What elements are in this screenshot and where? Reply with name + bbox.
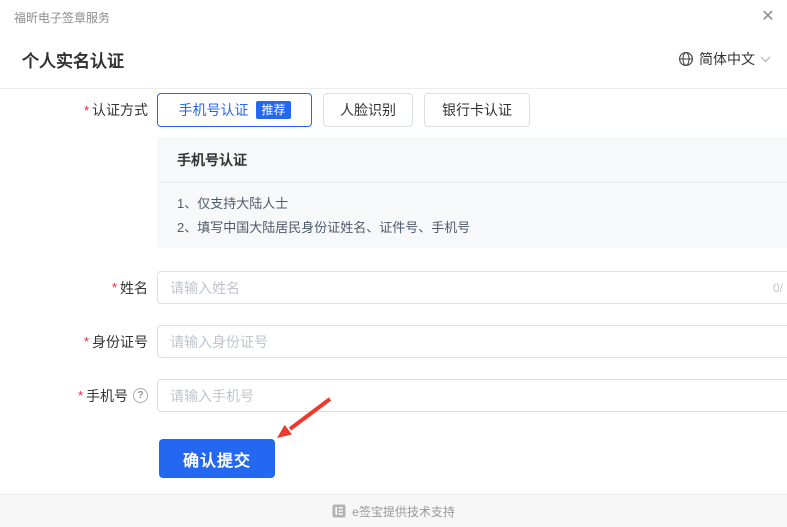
footer-text: e签宝提供技术支持 (352, 504, 455, 519)
header-divider (0, 88, 787, 89)
info-item-2: 2、填写中国大陆居民身份证姓名、证件号、手机号 (177, 220, 471, 235)
id-number-input[interactable] (157, 325, 787, 358)
auth-method-label-text: 认证方式 (92, 102, 148, 118)
page-title: 个人实名认证 (22, 52, 124, 71)
footer: e签宝提供技术支持 (0, 494, 787, 527)
id-input-wrap (157, 325, 787, 358)
globe-icon (678, 51, 694, 67)
required-asterisk: * (83, 334, 89, 349)
info-item-1: 1、仅支持大陆人士 (177, 196, 289, 211)
required-asterisk: * (77, 388, 83, 403)
id-field-label: * 身份证号 (0, 332, 148, 352)
phone-field-row: * 手机号 ? (0, 379, 787, 412)
submit-button[interactable]: 确认提交 (159, 439, 275, 478)
window-brand: 福昕电子签章服务 (14, 11, 111, 25)
auth-info-box: 手机号认证 1、仅支持大陆人士 2、填写中国大陆居民身份证姓名、证件号、手机号 (157, 137, 787, 248)
esign-logo-icon (332, 504, 346, 518)
tab-bank-card-auth[interactable]: 银行卡认证 (424, 93, 530, 127)
language-label: 简体中文 (699, 51, 755, 67)
auth-method-tabs: 手机号认证 推荐 人脸识别 银行卡认证 (157, 93, 530, 127)
required-asterisk: * (111, 280, 117, 295)
auth-method-label: * 认证方式 (0, 100, 148, 120)
phone-input-wrap (157, 379, 787, 412)
name-input-wrap: 0/ (157, 271, 787, 304)
close-button[interactable]: ✕ (757, 6, 779, 28)
real-name-auth-dialog: 福昕电子签章服务 ✕ 个人实名认证 简体中文 * 认证方式 手机号认证 推荐 人… (0, 0, 787, 527)
close-icon: ✕ (761, 8, 775, 25)
language-selector[interactable]: 简体中文 (678, 49, 771, 69)
char-counter: 0/ (773, 280, 784, 295)
info-box-list: 1、仅支持大陆人士 2、填写中国大陆居民身份证姓名、证件号、手机号 (157, 183, 787, 249)
phone-label-text: 手机号 (86, 387, 128, 404)
auth-method-row: * 认证方式 手机号认证 推荐 人脸识别 银行卡认证 (0, 93, 530, 127)
info-box-title: 手机号认证 (157, 137, 787, 183)
help-icon[interactable]: ? (133, 388, 148, 403)
id-field-row: * 身份证号 (0, 325, 787, 358)
tab-face-recognition-label: 人脸识别 (340, 102, 396, 118)
name-input[interactable] (157, 271, 787, 304)
id-label-text: 身份证号 (92, 333, 148, 350)
tab-face-recognition[interactable]: 人脸识别 (323, 93, 413, 127)
tab-bank-card-auth-label: 银行卡认证 (442, 102, 512, 118)
name-label-text: 姓名 (120, 279, 148, 296)
recommended-badge: 推荐 (256, 101, 291, 119)
tab-phone-auth[interactable]: 手机号认证 推荐 (157, 93, 312, 127)
tab-phone-auth-label: 手机号认证 (178, 102, 249, 118)
required-asterisk: * (83, 102, 89, 118)
name-field-label: * 姓名 (0, 278, 148, 298)
phone-input[interactable] (157, 379, 787, 412)
name-field-row: * 姓名 0/ (0, 271, 787, 304)
phone-field-label: * 手机号 ? (0, 386, 148, 406)
chevron-down-icon (760, 55, 771, 63)
